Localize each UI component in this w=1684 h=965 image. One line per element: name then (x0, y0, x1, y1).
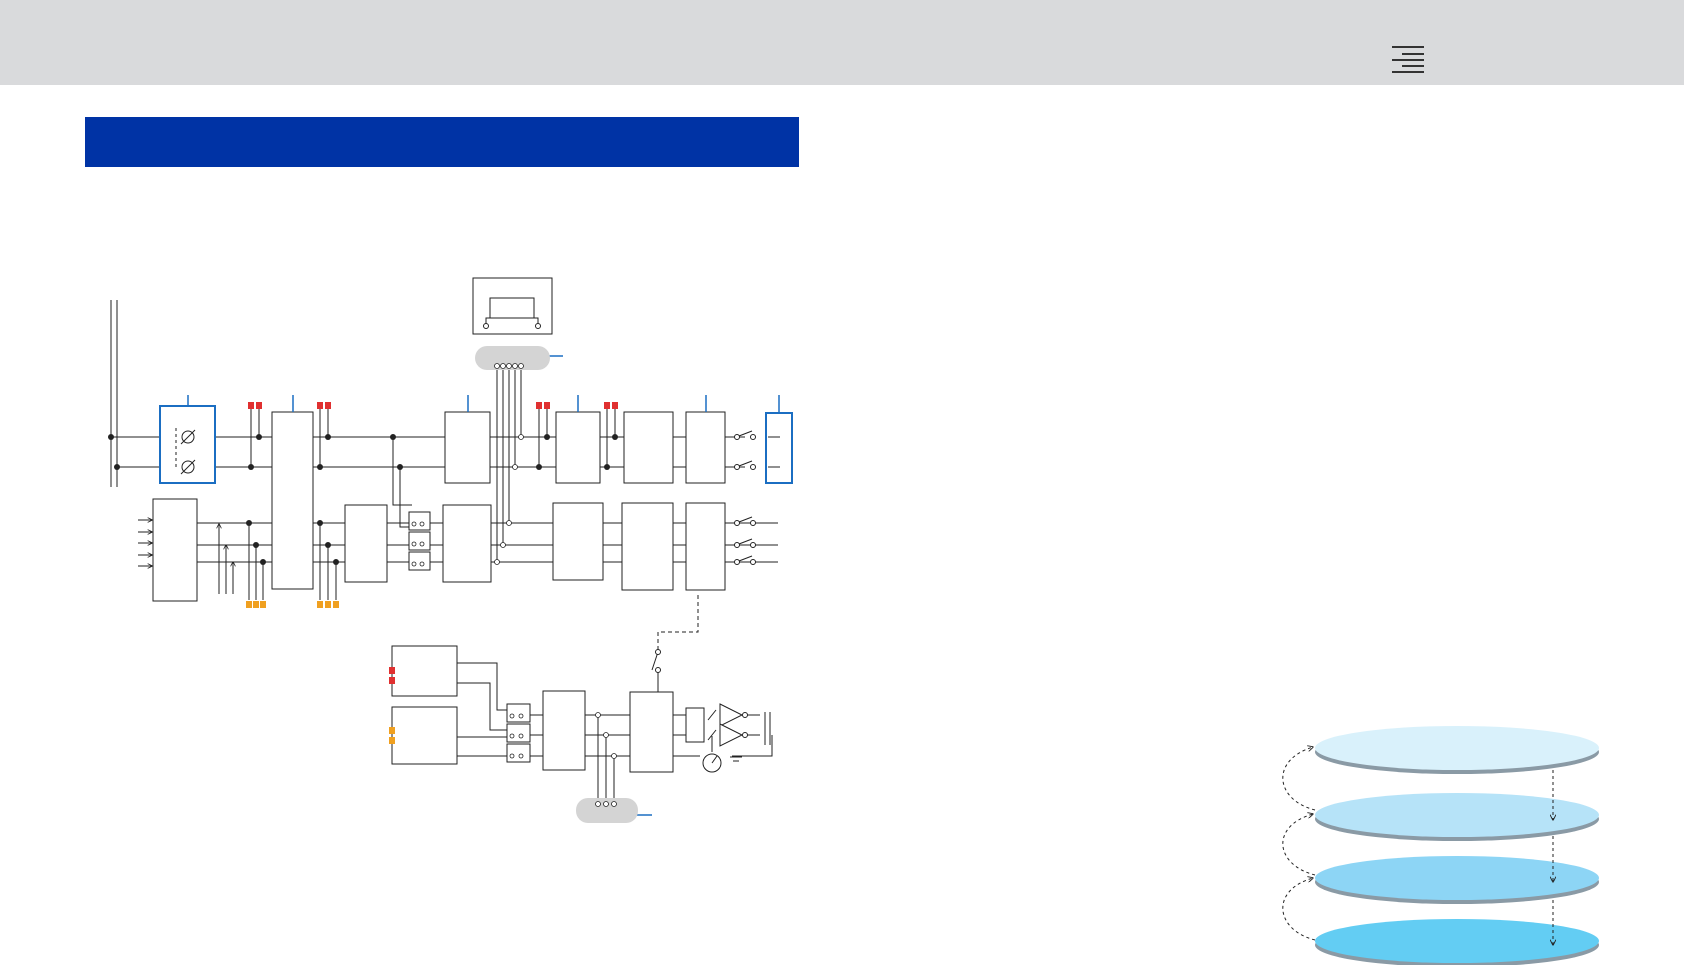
layer-2 (1315, 793, 1599, 837)
layer-stack-diagram (1282, 726, 1599, 965)
layer-1 (1315, 726, 1599, 770)
layer-4 (1315, 919, 1599, 963)
layer-3 (1315, 856, 1599, 900)
